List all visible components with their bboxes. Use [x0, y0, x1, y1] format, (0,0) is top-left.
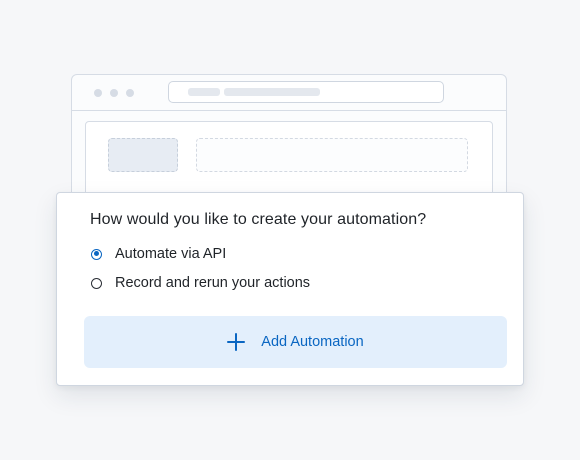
option-label: Record and rerun your actions — [115, 275, 311, 291]
address-bar-placeholder — [168, 81, 444, 103]
automation-dialog: How would you like to create your automa… — [56, 192, 524, 386]
browser-titlebar — [72, 75, 506, 111]
option-record-and-rerun[interactable]: Record and rerun your actions — [91, 275, 310, 291]
radio-selected-icon[interactable] — [91, 248, 102, 260]
add-automation-button[interactable]: Add Automation — [84, 316, 507, 368]
window-dot-icon — [126, 89, 134, 97]
window-dot-icon — [94, 89, 102, 97]
add-automation-label: Add Automation — [261, 334, 364, 350]
dialog-question: How would you like to create your automa… — [90, 211, 427, 228]
plus-icon — [227, 333, 246, 351]
radio-unselected-icon[interactable] — [91, 277, 102, 289]
option-automate-via-api[interactable]: Automate via API — [91, 246, 226, 262]
placeholder-block — [108, 138, 178, 172]
address-placeholder-segment — [188, 88, 220, 96]
address-placeholder-segment — [224, 88, 320, 96]
option-label: Automate via API — [115, 246, 227, 262]
window-dot-icon — [110, 89, 118, 97]
placeholder-bar — [196, 138, 468, 172]
stage: How would you like to create your automa… — [0, 0, 580, 460]
